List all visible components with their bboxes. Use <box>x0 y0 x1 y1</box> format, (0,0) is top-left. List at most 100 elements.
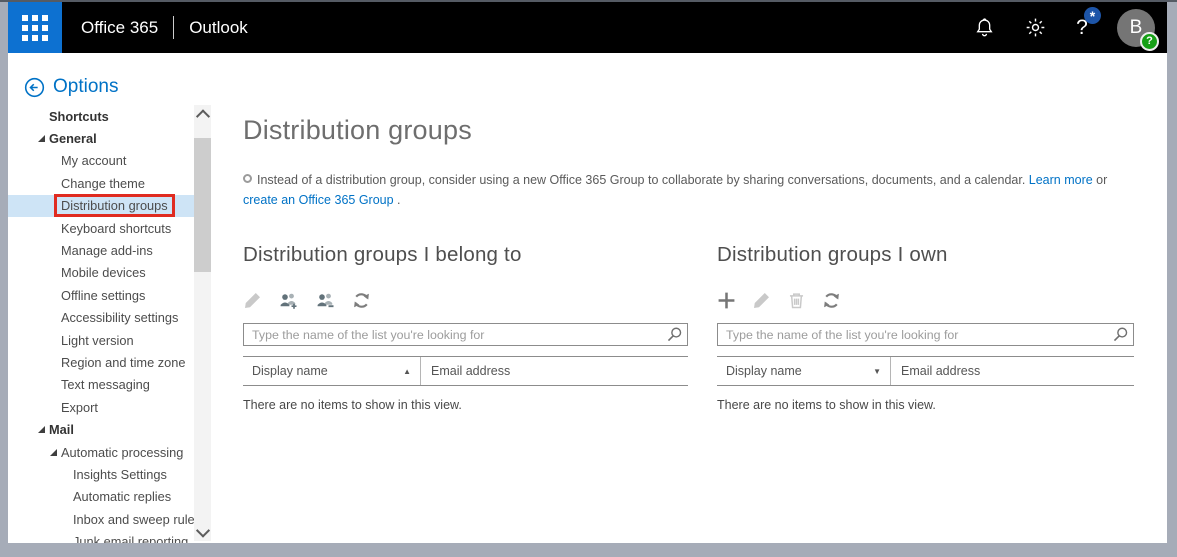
sidebar-item-accessibility-settings[interactable]: Accessibility settings <box>8 307 194 329</box>
email-address-column-header[interactable]: Email address <box>891 364 980 378</box>
leave-group-icon[interactable] <box>315 291 336 310</box>
scroll-up-button[interactable] <box>194 107 211 122</box>
new-group-icon[interactable] <box>717 291 736 310</box>
sort-ascending-icon: ▲ <box>403 367 411 376</box>
sidebar-item-label: Mobile devices <box>61 265 146 280</box>
own-empty-message: There are no items to show in this view. <box>717 398 1134 412</box>
sidebar-item-offline-settings[interactable]: Offline settings <box>8 284 194 306</box>
info-bullet-icon <box>243 174 252 183</box>
distribution-groups-page: Distribution groups Instead of a distrib… <box>243 53 1143 543</box>
sidebar-item-export[interactable]: Export <box>8 396 194 418</box>
avatar-help-badge: ? <box>1140 32 1159 51</box>
sidebar-item-text-messaging[interactable]: Text messaging <box>8 374 194 396</box>
sidebar-item-label: Light version <box>61 333 134 348</box>
sidebar-item-mobile-devices[interactable]: Mobile devices <box>8 262 194 284</box>
options-sidebar: Shortcuts General My account Change theme Di… <box>8 105 211 543</box>
display-name-label: Display name <box>252 364 328 378</box>
sidebar-item-inbox-and-sweep-rules[interactable]: Inbox and sweep rules <box>8 508 194 530</box>
sidebar-item-label: Export <box>61 400 98 415</box>
sidebar-item-shortcuts[interactable]: Shortcuts <box>8 105 194 127</box>
notice-or-text: or <box>1093 173 1108 187</box>
refresh-icon[interactable] <box>352 291 371 310</box>
belong-to-heading: Distribution groups I belong to <box>243 243 688 267</box>
own-table-header: Display name ▼ Email address <box>717 356 1134 386</box>
scroll-down-button[interactable] <box>194 524 211 539</box>
sidebar-item-label: Keyboard shortcuts <box>61 221 171 236</box>
app-launcher-button[interactable] <box>8 2 62 53</box>
scrollbar-thumb[interactable] <box>194 138 211 272</box>
join-group-icon[interactable] <box>278 291 299 310</box>
chevron-up-icon <box>195 109 209 123</box>
sidebar-item-region-and-time-zone[interactable]: Region and time zone <box>8 351 194 373</box>
display-name-column-header[interactable]: Display name ▲ <box>243 357 420 385</box>
account-avatar[interactable]: B ? <box>1117 9 1155 47</box>
sidebar-item-label: My account <box>61 153 126 168</box>
sidebar-item-automatic-processing[interactable]: Automatic processing <box>8 441 194 463</box>
own-heading: Distribution groups I own <box>717 243 1134 267</box>
sidebar-item-label: Offline settings <box>61 288 145 303</box>
options-back-link[interactable]: Options <box>24 76 118 98</box>
sidebar-item-mail[interactable]: Mail <box>8 418 194 440</box>
email-address-column-header[interactable]: Email address <box>421 364 510 378</box>
edit-icon[interactable] <box>752 291 771 310</box>
sidebar-item-label: Change theme <box>61 176 145 191</box>
own-search <box>717 323 1134 346</box>
sidebar-item-insights-settings[interactable]: Insights Settings <box>8 463 194 485</box>
back-arrow-icon <box>24 77 45 98</box>
belong-to-table-header: Display name ▲ Email address <box>243 356 688 386</box>
sidebar-item-general[interactable]: General <box>8 127 194 149</box>
suite-bar: Office 365 Outlook ? * <box>8 2 1167 53</box>
waffle-icon <box>22 15 48 41</box>
office365-brand-link[interactable]: Office 365 <box>81 18 158 38</box>
sidebar-item-change-theme[interactable]: Change theme <box>8 172 194 194</box>
app-window: Office 365 Outlook ? * <box>8 2 1167 543</box>
search-icon[interactable] <box>666 326 683 348</box>
sidebar-item-label: General <box>49 131 97 146</box>
help-new-badge: * <box>1084 7 1101 24</box>
info-notice: Instead of a distribution group, conside… <box>243 170 1128 210</box>
sidebar-item-label: Insights Settings <box>73 467 167 482</box>
sidebar-item-label: Accessibility settings <box>61 310 178 325</box>
sidebar-item-label: Manage add-ins <box>61 243 153 258</box>
brand-separator <box>173 16 174 39</box>
notice-text: Instead of a distribution group, conside… <box>257 173 1029 187</box>
display-name-label: Display name <box>726 364 802 378</box>
help-button[interactable]: ? * <box>1075 16 1089 40</box>
sidebar-item-junk-email-reporting[interactable]: Junk email reporting <box>8 530 194 543</box>
own-toolbar <box>717 289 1134 311</box>
expand-arrow-icon <box>38 135 49 142</box>
sidebar-item-label: Mail <box>49 422 74 437</box>
sidebar-nav-list: Shortcuts General My account Change theme Di… <box>8 105 194 543</box>
delete-trash-icon[interactable] <box>787 291 806 310</box>
sidebar-item-keyboard-shortcuts[interactable]: Keyboard shortcuts <box>8 217 194 239</box>
chevron-down-icon <box>195 523 209 537</box>
sidebar-item-label: Text messaging <box>61 377 150 392</box>
refresh-icon[interactable] <box>822 291 841 310</box>
belong-to-toolbar <box>243 289 688 311</box>
groups-own-panel: Distribution groups I own <box>717 226 1134 543</box>
create-group-link[interactable]: create an Office 365 Group <box>243 193 394 207</box>
page-title: Distribution groups <box>243 115 1143 146</box>
display-name-column-header[interactable]: Display name ▼ <box>717 357 890 385</box>
sidebar-item-my-account[interactable]: My account <box>8 150 194 172</box>
belong-to-empty-message: There are no items to show in this view. <box>243 398 688 412</box>
outlook-app-link[interactable]: Outlook <box>189 18 248 38</box>
learn-more-link[interactable]: Learn more <box>1029 173 1093 187</box>
sidebar-item-label: Automatic processing <box>61 445 183 460</box>
sidebar-item-distribution-groups[interactable]: Distribution groups <box>8 195 194 217</box>
belong-to-search <box>243 323 688 346</box>
sidebar-item-label: Distribution groups <box>57 197 172 214</box>
search-icon[interactable] <box>1112 326 1129 348</box>
own-search-input[interactable] <box>717 323 1134 346</box>
edit-icon[interactable] <box>243 291 262 310</box>
sidebar-scrollbar[interactable] <box>194 105 211 541</box>
avatar-initial: B <box>1130 17 1143 39</box>
sort-descending-icon: ▼ <box>873 367 881 376</box>
sidebar-item-manage-add-ins[interactable]: Manage add-ins <box>8 239 194 261</box>
sidebar-item-light-version[interactable]: Light version <box>8 329 194 351</box>
notifications-bell-icon[interactable] <box>973 16 996 39</box>
belong-to-search-input[interactable] <box>243 323 688 346</box>
settings-gear-icon[interactable] <box>1024 16 1047 39</box>
sidebar-item-automatic-replies[interactable]: Automatic replies <box>8 486 194 508</box>
sidebar-item-label: Inbox and sweep rules <box>73 512 194 527</box>
